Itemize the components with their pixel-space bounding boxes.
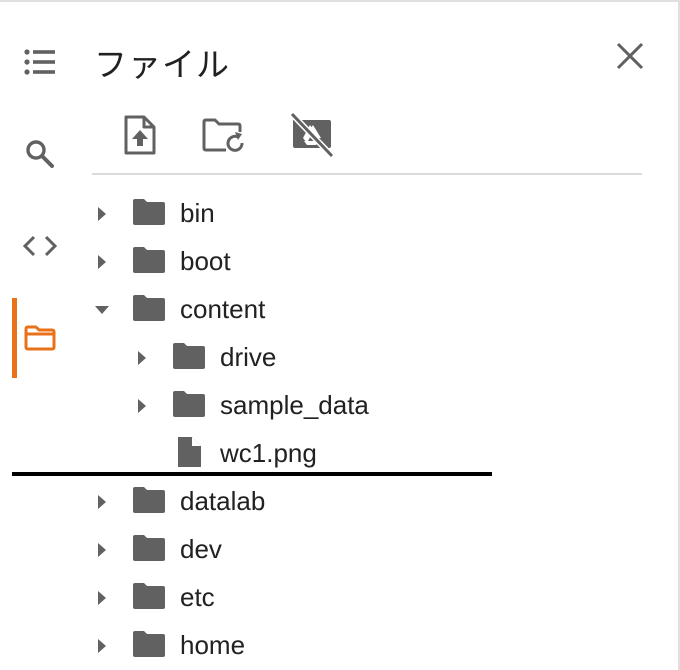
drive-off-icon bbox=[289, 112, 335, 158]
tree-item-label: drive bbox=[220, 342, 277, 372]
tree-item-label: boot bbox=[180, 246, 231, 276]
side-rail bbox=[0, 2, 80, 670]
toolbar-divider bbox=[92, 173, 642, 175]
file-browser-panel: ファイル bin boot content drive sample_data … bbox=[0, 0, 680, 670]
folder-icon bbox=[173, 343, 205, 369]
close-icon bbox=[616, 42, 644, 70]
folder-icon bbox=[173, 391, 205, 417]
caret-right-icon[interactable] bbox=[134, 398, 150, 414]
search-icon bbox=[26, 140, 54, 168]
folder-icon bbox=[133, 199, 165, 225]
folder-icon bbox=[133, 631, 165, 657]
folder-icon bbox=[133, 535, 165, 561]
files-toolbar bbox=[116, 110, 340, 160]
caret-right-icon[interactable] bbox=[94, 542, 110, 558]
files-button[interactable] bbox=[12, 298, 68, 378]
folder-refresh-icon bbox=[202, 118, 244, 152]
tree-folder-row[interactable]: bin bbox=[92, 188, 642, 236]
folder-icon bbox=[133, 247, 165, 273]
caret-down-icon[interactable] bbox=[94, 302, 110, 318]
table-of-contents-button[interactable] bbox=[12, 22, 68, 102]
refresh-button[interactable] bbox=[196, 110, 252, 160]
close-button[interactable] bbox=[610, 36, 650, 76]
caret-right-icon[interactable] bbox=[134, 350, 150, 366]
tree-item-label: dev bbox=[180, 534, 222, 564]
files-panel: ファイル bin boot content drive sample_data … bbox=[92, 2, 652, 670]
tree-folder-row[interactable]: dev bbox=[92, 524, 642, 572]
tree-item-label: datalab bbox=[180, 486, 266, 516]
tree-item-label: content bbox=[180, 294, 266, 324]
tree-folder-row[interactable]: home bbox=[92, 620, 642, 668]
folder-icon bbox=[133, 295, 165, 321]
file-tree: bin boot content drive sample_data wc1.png dat… bbox=[92, 188, 642, 668]
tree-folder-row[interactable]: etc bbox=[92, 572, 642, 620]
tree-folder-row[interactable]: datalab bbox=[92, 476, 642, 524]
caret-right-icon[interactable] bbox=[94, 590, 110, 606]
tree-folder-row[interactable]: sample_data bbox=[92, 380, 642, 428]
list-icon bbox=[24, 49, 55, 75]
file-icon bbox=[178, 437, 201, 467]
drag-drop-indicator bbox=[12, 472, 492, 476]
upload-button[interactable] bbox=[116, 110, 164, 160]
folder-icon bbox=[133, 487, 165, 513]
tree-item-label: sample_data bbox=[220, 390, 369, 420]
tree-folder-row[interactable]: content bbox=[92, 284, 642, 332]
code-icon bbox=[23, 235, 57, 257]
tree-folder-row[interactable]: drive bbox=[92, 332, 642, 380]
tree-item-label: home bbox=[180, 630, 246, 660]
tree-file-row[interactable]: wc1.png bbox=[92, 428, 642, 476]
folder-icon bbox=[133, 583, 165, 609]
caret-right-icon[interactable] bbox=[94, 254, 110, 270]
caret-right-icon[interactable] bbox=[94, 638, 110, 654]
mount-drive-button[interactable] bbox=[284, 110, 340, 160]
code-snippets-button[interactable] bbox=[12, 206, 68, 286]
tree-item-label: bin bbox=[180, 198, 215, 228]
caret-right-icon[interactable] bbox=[94, 206, 110, 222]
tree-item-label: wc1.png bbox=[220, 438, 317, 468]
tree-folder-row[interactable]: boot bbox=[92, 236, 642, 284]
tree-item-label: etc bbox=[180, 582, 215, 612]
panel-title: ファイル bbox=[94, 46, 230, 83]
search-button[interactable] bbox=[12, 114, 68, 194]
folder-outline-icon bbox=[24, 325, 56, 351]
caret-right-icon[interactable] bbox=[94, 494, 110, 510]
file-upload-icon bbox=[124, 115, 156, 155]
